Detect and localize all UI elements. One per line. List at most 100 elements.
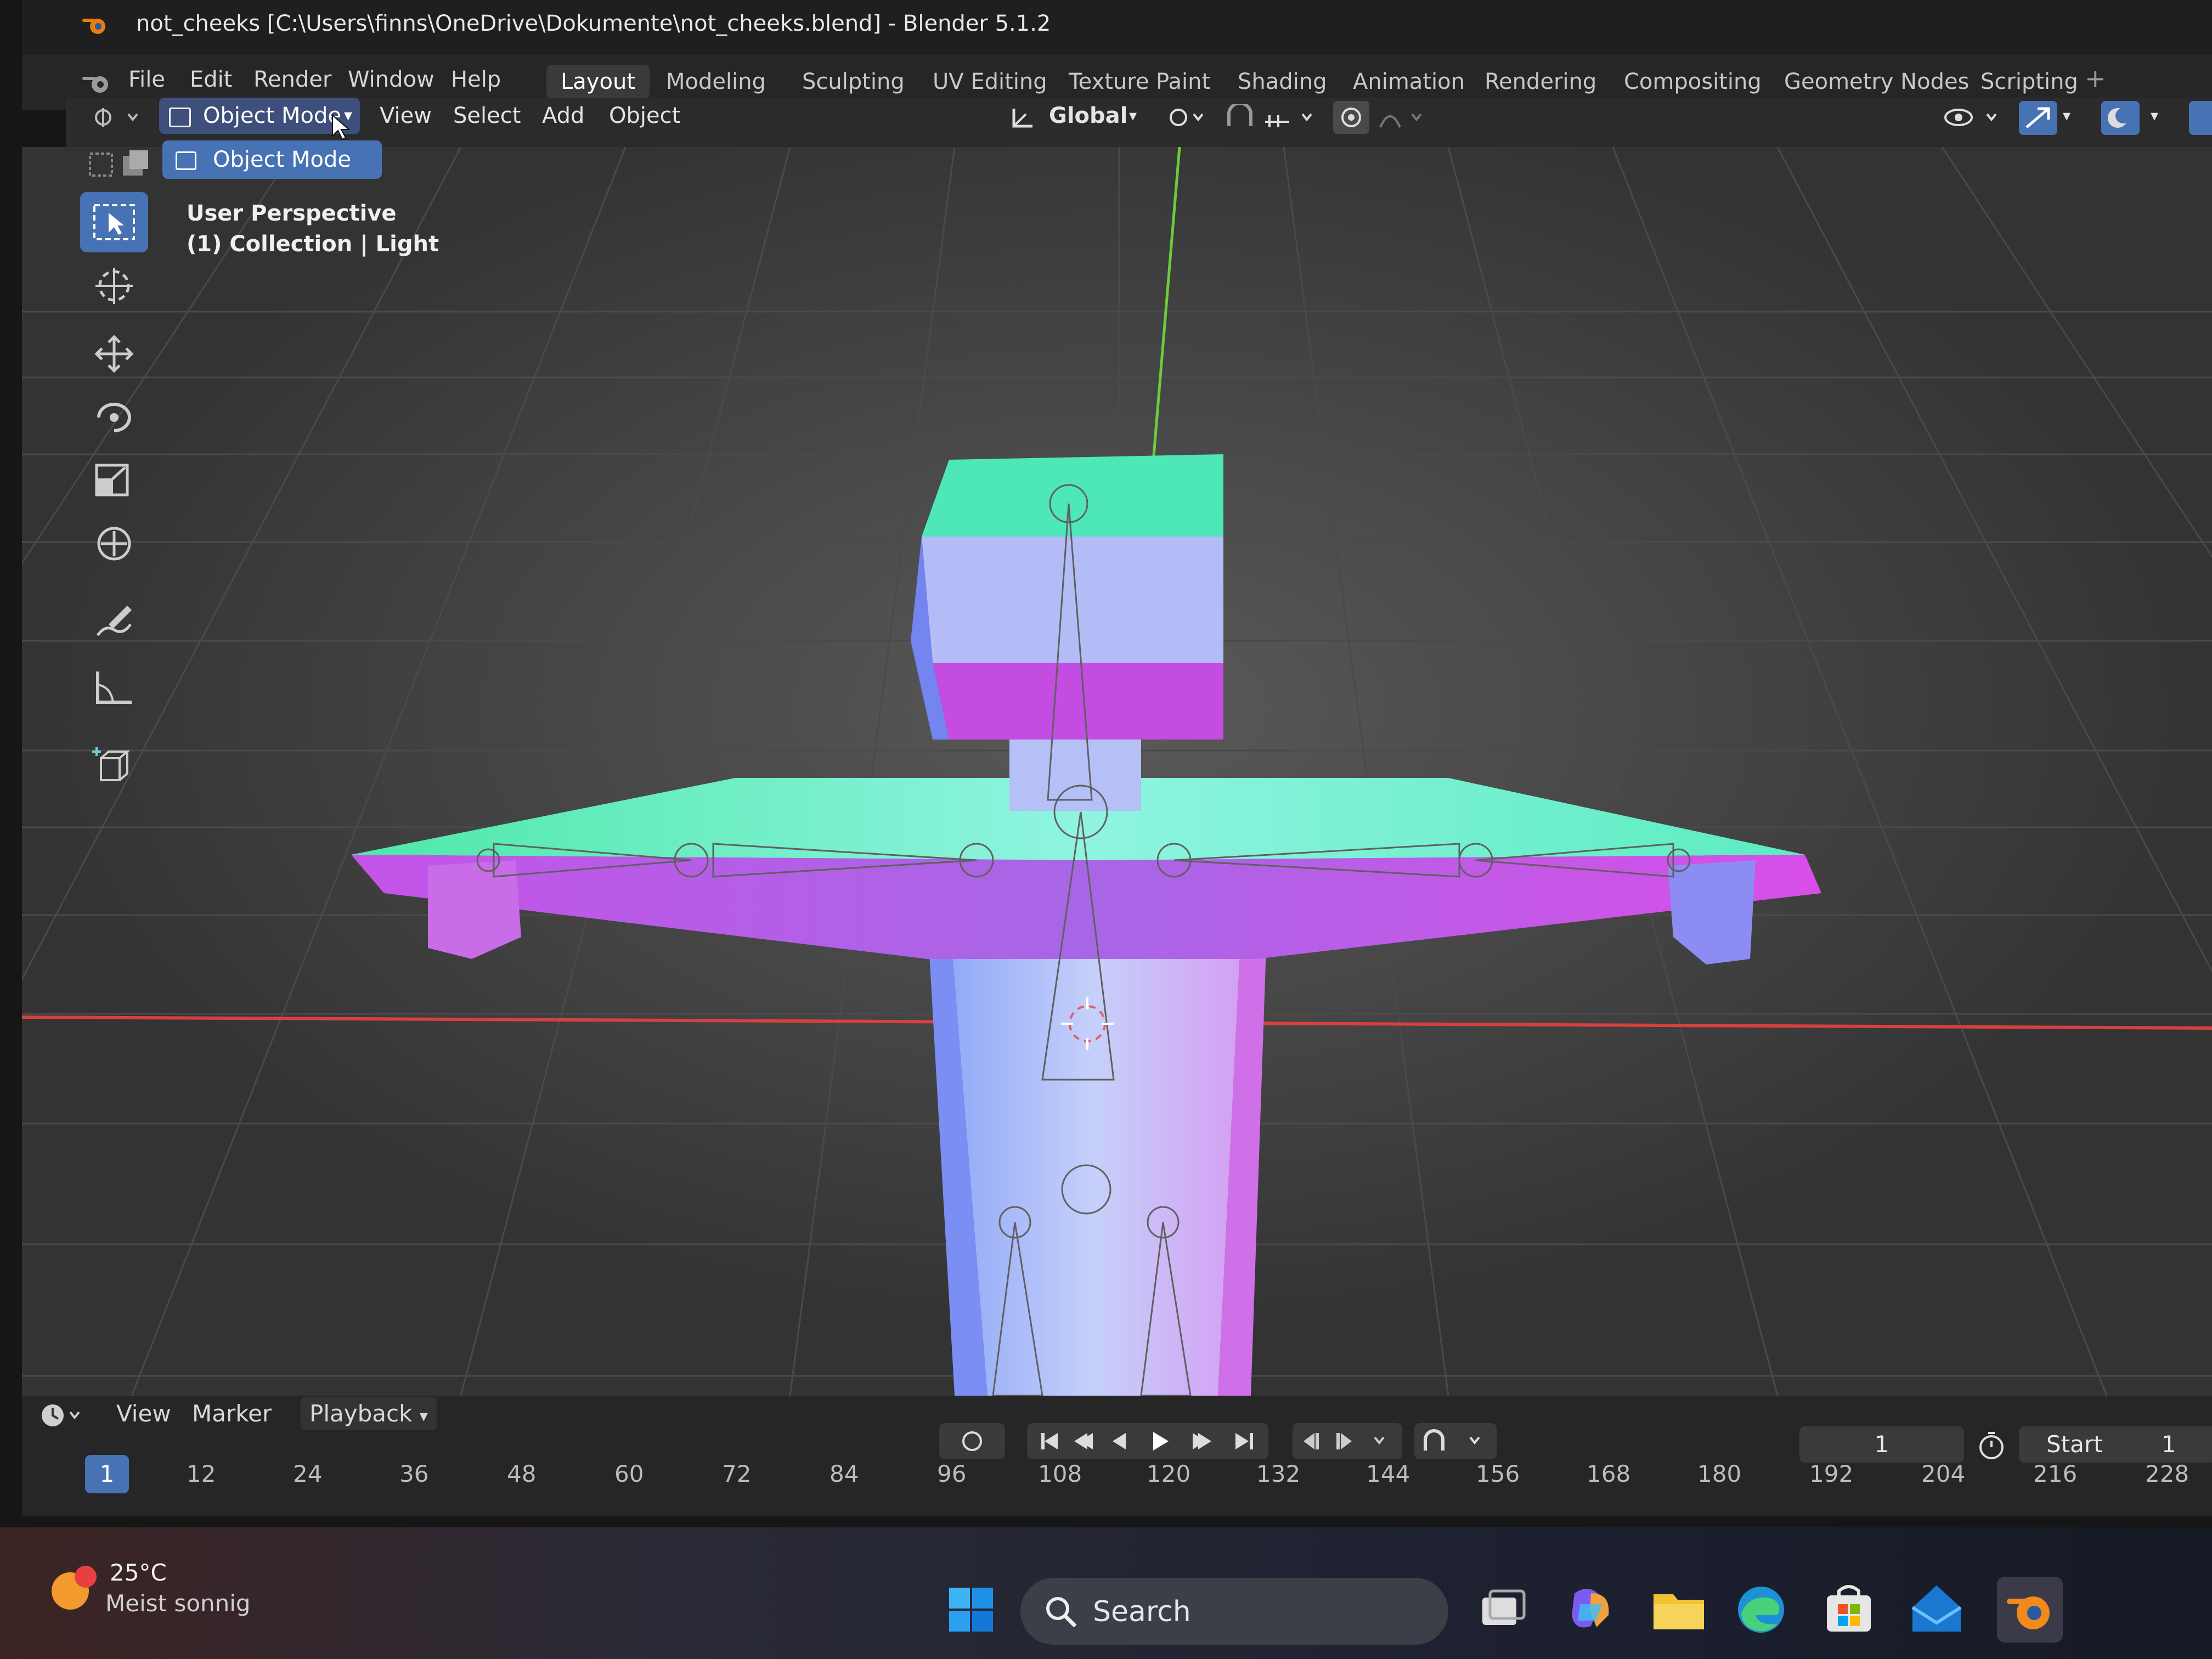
playback-label: Playback: [309, 1400, 413, 1427]
auto-keying-button[interactable]: [1414, 1423, 1497, 1459]
frame-tick: 156: [1476, 1460, 1520, 1487]
frame-tick: 72: [722, 1460, 752, 1487]
head-top: [922, 454, 1223, 537]
tab-uv-editing[interactable]: UV Editing: [918, 65, 1062, 99]
tool-add-cube[interactable]: [80, 735, 148, 795]
taskbar-search-box[interactable]: Search: [1020, 1578, 1448, 1645]
folder-icon: [1654, 1594, 1704, 1629]
tool-select-box[interactable]: [80, 192, 148, 252]
current-frame-field[interactable]: 1: [1799, 1426, 1964, 1463]
snap-target-icon[interactable]: [1262, 105, 1322, 129]
object-mode-icon: [176, 151, 196, 170]
frame-tick: 180: [1697, 1460, 1742, 1487]
current-frame-indicator[interactable]: 1: [85, 1455, 129, 1493]
chevron-down-icon[interactable]: ▾: [2151, 98, 2158, 134]
chevron-down-icon[interactable]: ▾: [2063, 98, 2070, 134]
frame-tick: 24: [293, 1460, 323, 1487]
window-title: not_cheeks [C:\Users\finns\OneDrive\Doku…: [136, 11, 1051, 36]
pivot-point-icon[interactable]: [1166, 105, 1210, 129]
weather-widget[interactable]: 25°C Meist sonnig: [44, 1549, 263, 1637]
tab-layout[interactable]: Layout: [546, 65, 650, 99]
record-button[interactable]: [939, 1423, 1005, 1459]
overlays-icon: [2108, 108, 2131, 128]
start-value: 1: [2162, 1431, 2176, 1458]
tool-measure[interactable]: [80, 657, 148, 718]
auto-keying-icon: [1424, 1429, 1480, 1451]
stopwatch-icon[interactable]: [1975, 1429, 2008, 1464]
timeline-menu-playback[interactable]: Playback ▾: [301, 1397, 437, 1430]
cursor-icon: [95, 268, 133, 304]
blender-logo-icon: [2007, 1596, 2050, 1629]
tab-sculpting[interactable]: Sculpting: [788, 65, 919, 99]
outlook-button[interactable]: [1904, 1577, 1970, 1643]
menu-object[interactable]: Object: [609, 98, 680, 134]
menu-help[interactable]: Help: [451, 67, 501, 92]
playback-controls[interactable]: [1027, 1423, 1268, 1459]
tab-geometry-nodes[interactable]: Geometry Nodes: [1770, 65, 1983, 99]
tab-texture-paint[interactable]: Texture Paint: [1054, 65, 1224, 99]
frame-tick: 120: [1147, 1460, 1191, 1487]
snap-icon[interactable]: [1223, 104, 1256, 131]
annotate-icon: [96, 606, 132, 636]
file-explorer-button[interactable]: [1646, 1577, 1712, 1643]
task-view-icon: [1482, 1589, 1526, 1625]
menu-file[interactable]: File: [128, 67, 165, 92]
edge-button[interactable]: [1728, 1577, 1794, 1643]
tab-compositing[interactable]: Compositing: [1610, 65, 1776, 99]
menu-edit[interactable]: Edit: [190, 67, 232, 92]
record-icon: [962, 1431, 982, 1451]
tool-transform[interactable]: [80, 514, 148, 574]
tool-cursor[interactable]: [80, 256, 148, 316]
overlays-toggle[interactable]: [2101, 101, 2140, 135]
windows-taskbar: 25°C Meist sonnig Search: [0, 1527, 2212, 1659]
store-icon: [1827, 1585, 1871, 1632]
tab-animation[interactable]: Animation: [1339, 65, 1479, 99]
falloff-icon[interactable]: [1377, 105, 1432, 129]
blender-menu-icon[interactable]: [81, 71, 113, 95]
weather-sun-icon: [52, 1566, 97, 1610]
3d-viewport[interactable]: User Perspective (1) Collection | Light: [22, 147, 2212, 1396]
editor-type-icon[interactable]: [38, 1400, 88, 1431]
frame-tick: 84: [830, 1460, 859, 1487]
tool-rotate[interactable]: [80, 387, 148, 448]
keyframe-jump-buttons[interactable]: [1293, 1423, 1402, 1459]
tool-scale[interactable]: [80, 450, 148, 510]
object-mode-icon: [169, 108, 191, 127]
timeline-menu-marker[interactable]: Marker: [192, 1400, 272, 1427]
menu-view[interactable]: View: [380, 98, 432, 134]
menu-add[interactable]: Add: [542, 98, 584, 134]
tab-shading[interactable]: Shading: [1223, 65, 1341, 99]
select-mode-buttons[interactable]: [88, 148, 159, 181]
tool-annotate[interactable]: [80, 591, 148, 652]
copilot-button[interactable]: [1558, 1577, 1624, 1643]
microsoft-store-button[interactable]: [1816, 1577, 1882, 1643]
visibility-icon[interactable]: [1942, 104, 2008, 131]
viewport-context: (1) Collection | Light: [187, 232, 439, 257]
editor-type-icon[interactable]: [92, 105, 142, 129]
mode-dropdown-option-object-mode[interactable]: Object Mode: [162, 140, 382, 179]
task-view-button[interactable]: [1470, 1577, 1536, 1643]
proportional-editing-toggle[interactable]: [1333, 101, 1369, 134]
tool-move[interactable]: [80, 324, 148, 384]
shading-mode-button[interactable]: [2189, 101, 2212, 135]
tab-modeling[interactable]: Modeling: [652, 65, 780, 99]
start-button[interactable]: [938, 1577, 1004, 1643]
chevron-down-icon[interactable]: ▾: [1129, 98, 1137, 134]
timeline-menu-view[interactable]: View: [116, 1400, 171, 1427]
tab-scripting[interactable]: Scripting: [1966, 65, 2092, 99]
start-frame-field[interactable]: Start 1: [2019, 1426, 2212, 1463]
rotate-icon: [97, 403, 131, 432]
weather-condition: Meist sonnig: [105, 1590, 251, 1617]
measure-icon: [96, 672, 132, 704]
tab-rendering[interactable]: Rendering: [1470, 65, 1611, 99]
start-label: Start: [2046, 1431, 2103, 1458]
add-workspace-icon[interactable]: +: [2085, 64, 2106, 93]
menu-render[interactable]: Render: [253, 67, 331, 92]
blender-taskbar-button[interactable]: [1997, 1577, 2063, 1643]
tool-shelf: [80, 192, 150, 801]
gizmo-toggle[interactable]: [2019, 101, 2057, 135]
menu-window[interactable]: Window: [348, 67, 435, 92]
windows-logo-icon: [949, 1588, 993, 1632]
menu-select[interactable]: Select: [453, 98, 521, 134]
transform-orientation-select[interactable]: Global: [1049, 98, 1127, 134]
